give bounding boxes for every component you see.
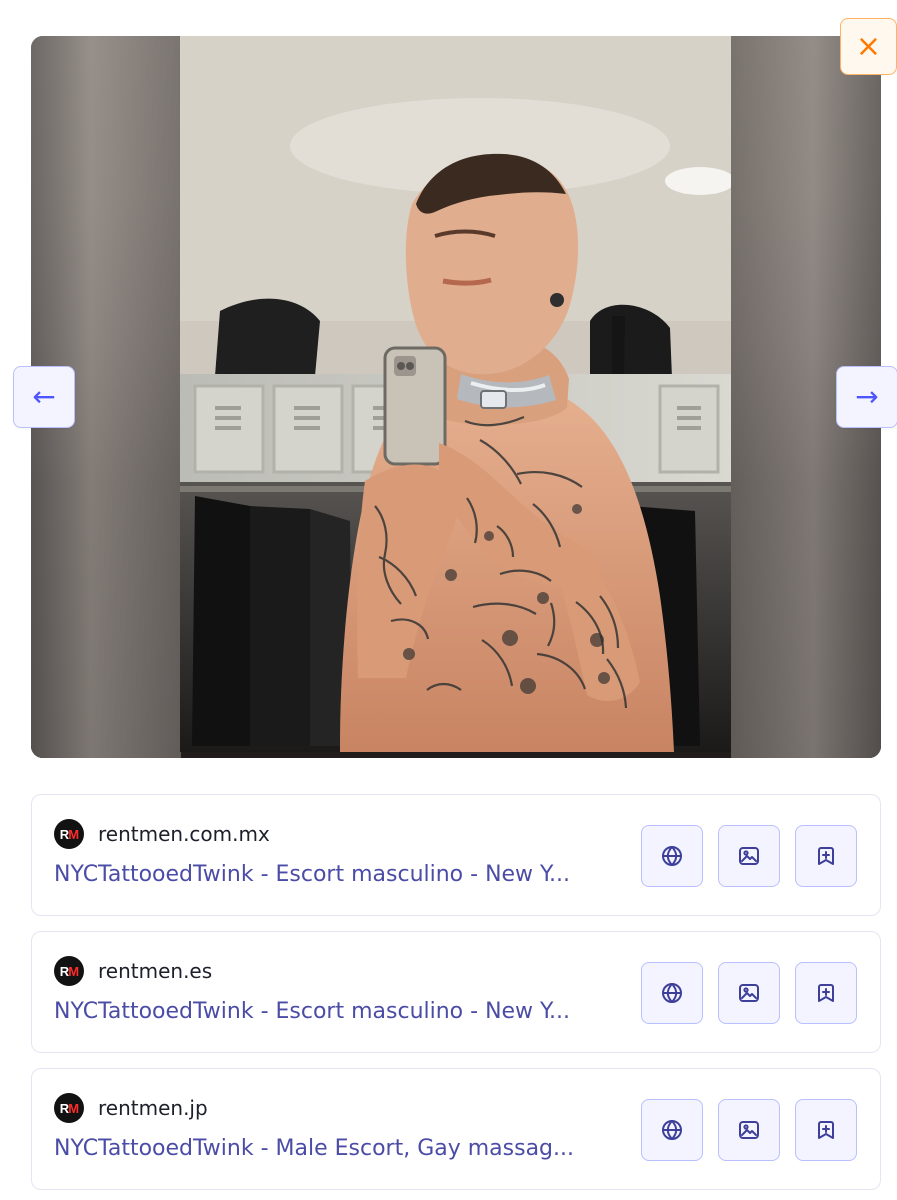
result-actions [641,1099,857,1161]
result-title-link[interactable]: NYCTattooedTwink - Escort masculino - Ne… [54,999,629,1024]
main-photo [180,36,731,752]
bookmark-plus-icon [818,847,834,865]
next-image-button[interactable]: → [836,366,897,428]
image-viewer [31,36,881,758]
visit-site-button[interactable] [641,825,703,887]
site-logo-right-letter: M [68,963,79,979]
globe-icon [662,846,682,866]
site-name: rentmen.jp [98,1096,208,1120]
close-button[interactable]: × [840,18,897,75]
save-result-button[interactable] [795,825,857,887]
result-title-link[interactable]: NYCTattooedTwink - Male Escort, Gay mass… [54,1136,629,1161]
image-viewer-page: ← → × RM rentmen.com.mx NYCTattooedTwink… [0,0,897,1200]
image-icon [739,1121,759,1139]
close-icon: × [855,28,882,64]
site-logo-right-letter: M [68,826,79,842]
save-result-button[interactable] [795,962,857,1024]
site-logo: RM [54,819,84,849]
arrow-left-icon: ← [32,380,56,413]
site-logo: RM [54,956,84,986]
site-row: RM rentmen.es [54,956,212,986]
result-card: RM rentmen.jp NYCTattooedTwink - Male Es… [31,1068,881,1190]
previous-image-button[interactable]: ← [13,366,75,428]
result-title-link[interactable]: NYCTattooedTwink - Escort masculino - Ne… [54,862,629,887]
result-actions [641,825,857,887]
site-logo-right-letter: M [68,1100,79,1116]
site-logo-left-letter: R [59,963,69,979]
view-image-button[interactable] [718,825,780,887]
site-logo: RM [54,1093,84,1123]
result-card: RM rentmen.es NYCTattooedTwink - Escort … [31,931,881,1053]
view-image-button[interactable] [718,962,780,1024]
view-image-button[interactable] [718,1099,780,1161]
site-row: RM rentmen.com.mx [54,819,270,849]
globe-icon [662,983,682,1003]
visit-site-button[interactable] [641,962,703,1024]
image-icon [739,984,759,1002]
arrow-right-icon: → [855,380,879,413]
visit-site-button[interactable] [641,1099,703,1161]
bookmark-plus-icon [818,984,834,1002]
site-name: rentmen.com.mx [98,822,270,846]
image-icon [739,847,759,865]
result-actions [641,962,857,1024]
site-row: RM rentmen.jp [54,1093,208,1123]
site-name: rentmen.es [98,959,213,983]
result-card: RM rentmen.com.mx NYCTattooedTwink - Esc… [31,794,881,916]
bookmark-plus-icon [818,1121,834,1139]
globe-icon [662,1120,682,1140]
site-logo-left-letter: R [59,1100,69,1116]
save-result-button[interactable] [795,1099,857,1161]
photo-illustration [180,36,731,752]
site-logo-left-letter: R [59,826,69,842]
